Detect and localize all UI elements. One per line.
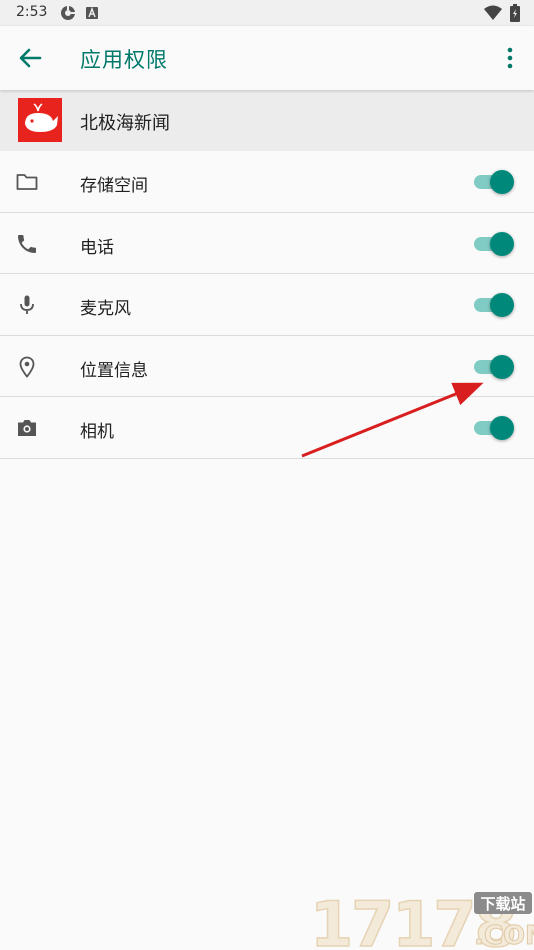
- permission-label: 位置信息: [80, 360, 148, 381]
- toggle-thumb: [490, 416, 514, 440]
- whale-logo-icon: [25, 103, 58, 132]
- watermark-tag: 下载站: [480, 895, 525, 913]
- wifi-icon: [484, 5, 502, 20]
- permission-row-storage[interactable]: 存储空间: [0, 151, 534, 213]
- camera-toggle[interactable]: [474, 416, 514, 440]
- toggle-thumb: [490, 354, 514, 379]
- status-bar: 2:53: [0, 0, 534, 26]
- toggle-thumb: [490, 170, 514, 194]
- camera-icon: [18, 420, 36, 436]
- toggle-thumb: [490, 231, 514, 256]
- microphone-icon: [20, 295, 34, 314]
- page-title: 应用权限: [80, 48, 168, 72]
- permission-label: 相机: [80, 422, 114, 442]
- permission-row-phone[interactable]: 电话: [0, 212, 534, 274]
- folder-icon: [16, 174, 38, 190]
- permission-label: 麦克风: [80, 299, 131, 319]
- permission-label: 电话: [80, 237, 114, 258]
- permission-row-microphone[interactable]: 麦克风: [0, 274, 534, 336]
- status-time: 2:53: [16, 4, 48, 20]
- sync-status-icon: [61, 5, 76, 20]
- back-arrow-icon[interactable]: [16, 44, 44, 72]
- watermark-logo: 17178 下载站 .COM: [309, 887, 534, 950]
- app-header: 北极海新闻: [0, 90, 534, 151]
- microphone-toggle[interactable]: [474, 293, 514, 317]
- notification-a-icon: [86, 7, 98, 19]
- watermark: 17178 下载站 .COM: [308, 884, 534, 950]
- app-name: 北极海新闻: [80, 113, 170, 134]
- more-options-icon[interactable]: [498, 44, 522, 72]
- storage-toggle[interactable]: [474, 170, 514, 194]
- permission-row-location[interactable]: 位置信息: [0, 335, 534, 397]
- app-logo: [18, 98, 62, 142]
- battery-icon: [510, 4, 520, 22]
- app-bar: 应用权限: [0, 26, 534, 90]
- permission-list: 存储空间 电话 麦克风 位置信息 相机: [0, 151, 534, 459]
- location-toggle[interactable]: [474, 354, 514, 379]
- location-icon: [19, 356, 35, 378]
- toggle-thumb: [490, 293, 514, 317]
- watermark-domain: .COM: [474, 921, 534, 950]
- phone-icon: [18, 234, 36, 253]
- permission-row-camera[interactable]: 相机: [0, 397, 534, 459]
- phone-toggle[interactable]: [474, 231, 514, 256]
- permission-label: 存储空间: [80, 176, 148, 196]
